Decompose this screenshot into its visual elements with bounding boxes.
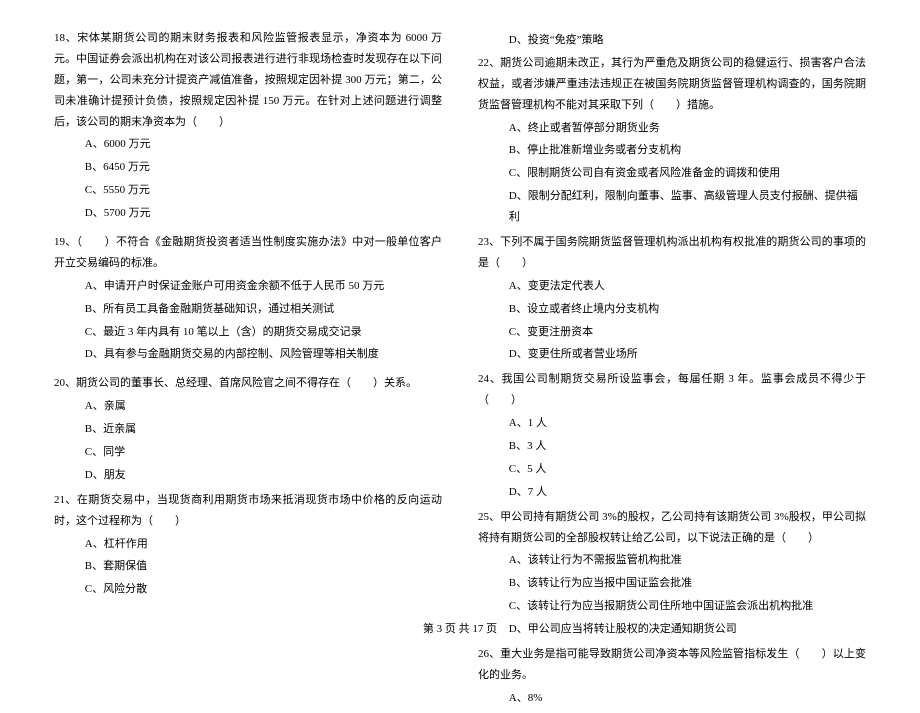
q24-stem: 24、我国公司制期货交易所设监事会，每届任期 3 年。监事会成员不得少于（ ） <box>478 369 866 411</box>
right-column: D、投资“免疫”策略 22、期货公司逾期未改正，其行为严重危及期货公司的稳健运行… <box>470 28 874 713</box>
q23-opt-b: B、设立或者终止境内分支机构 <box>509 299 866 320</box>
question-18: 18、宋体某期货公司的期末财务报表和风险监管报表显示，净资本为 6000 万元。… <box>54 28 442 224</box>
q20-stem: 20、期货公司的董事长、总经理、首席风险官之间不得存在（ ）关系。 <box>54 373 442 394</box>
q21-options: A、杠杆作用 B、套期保值 C、风险分散 <box>54 534 442 601</box>
question-21: 21、在期货交易中，当现货商利用期货市场来抵消现货市场中价格的反向运动时，这个过… <box>54 490 442 600</box>
q20-opt-b: B、近亲属 <box>85 419 442 440</box>
q24-opt-d: D、7 人 <box>509 482 866 503</box>
q19-stem: 19、（ ）不符合《金融期货投资者适当性制度实施办法》中对一般单位客户开立交易编… <box>54 232 442 274</box>
q24-opt-b: B、3 人 <box>509 436 866 457</box>
q26-options: A、8% <box>478 688 866 709</box>
q21-stem: 21、在期货交易中，当现货商利用期货市场来抵消现货市场中价格的反向运动时，这个过… <box>54 490 442 532</box>
q26-stem: 26、重大业务是指可能导致期货公司净资本等风险监管指标发生（ ）以上变化的业务。 <box>478 644 866 686</box>
q18-stem: 18、宋体某期货公司的期末财务报表和风险监管报表显示，净资本为 6000 万元。… <box>54 28 442 132</box>
q22-opt-d: D、限制分配红利，限制向董事、监事、高级管理人员支付报酬、提供福利 <box>509 186 866 228</box>
q22-options: A、终止或者暂停部分期货业务 B、停止批准新增业务或者分支机构 C、限制期货公司… <box>478 118 866 228</box>
q20-opt-a: A、亲属 <box>85 396 442 417</box>
q23-opt-d: D、变更住所或者营业场所 <box>509 344 866 365</box>
q25-stem: 25、甲公司持有期货公司 3%的股权，乙公司持有该期货公司 3%股权，甲公司拟将… <box>478 507 866 549</box>
q20-options: A、亲属 B、近亲属 C、同学 D、朋友 <box>54 396 442 486</box>
q25-opt-b: B、该转让行为应当报中国证监会批准 <box>509 573 866 594</box>
page-footer: 第 3 页 共 17 页 <box>0 619 920 640</box>
q22-opt-a: A、终止或者暂停部分期货业务 <box>509 118 866 139</box>
q19-opt-d: D、具有参与金融期货交易的内部控制、风险管理等相关制度 <box>85 344 442 365</box>
q18-opt-c: C、5550 万元 <box>85 180 442 201</box>
q23-stem: 23、下列不属于国务院期货监督管理机构派出机构有权批准的期货公司的事项的是（ ） <box>478 232 866 274</box>
question-23: 23、下列不属于国务院期货监督管理机构派出机构有权批准的期货公司的事项的是（ ）… <box>478 232 866 365</box>
q25-opt-c: C、该转让行为应当报期货公司住所地中国证监会派出机构批准 <box>509 596 866 617</box>
q18-opt-a: A、6000 万元 <box>85 134 442 155</box>
q24-opt-a: A、1 人 <box>509 413 866 434</box>
page-content: 18、宋体某期货公司的期末财务报表和风险监管报表显示，净资本为 6000 万元。… <box>0 0 920 713</box>
q25-opt-a: A、该转让行为不需报监管机构批准 <box>509 550 866 571</box>
question-24: 24、我国公司制期货交易所设监事会，每届任期 3 年。监事会成员不得少于（ ） … <box>478 369 866 502</box>
q22-stem: 22、期货公司逾期未改正，其行为严重危及期货公司的稳健运行、损害客户合法权益，或… <box>478 53 866 116</box>
q18-opt-b: B、6450 万元 <box>85 157 442 178</box>
q22-opt-b: B、停止批准新增业务或者分支机构 <box>509 140 866 161</box>
q18-options: A、6000 万元 B、6450 万元 C、5550 万元 D、5700 万元 <box>54 134 442 224</box>
question-19: 19、（ ）不符合《金融期货投资者适当性制度实施办法》中对一般单位客户开立交易编… <box>54 232 442 365</box>
q19-opt-a: A、申请开户时保证金账户可用资金余额不低于人民币 50 万元 <box>85 276 442 297</box>
q23-opt-a: A、变更法定代表人 <box>509 276 866 297</box>
q20-opt-c: C、同学 <box>85 442 442 463</box>
q21-opt-b: B、套期保值 <box>85 556 442 577</box>
q23-opt-c: C、变更注册资本 <box>509 322 866 343</box>
q21-opt-d: D、投资“免疫”策略 <box>509 30 866 51</box>
q21-options-cont: D、投资“免疫”策略 <box>478 30 866 51</box>
q24-options: A、1 人 B、3 人 C、5 人 D、7 人 <box>478 413 866 503</box>
q21-opt-a: A、杠杆作用 <box>85 534 442 555</box>
q23-options: A、变更法定代表人 B、设立或者终止境内分支机构 C、变更注册资本 D、变更住所… <box>478 276 866 366</box>
q26-opt-a: A、8% <box>509 688 866 709</box>
q18-opt-d: D、5700 万元 <box>85 203 442 224</box>
q24-opt-c: C、5 人 <box>509 459 866 480</box>
q21-opt-c: C、风险分散 <box>85 579 442 600</box>
question-20: 20、期货公司的董事长、总经理、首席风险官之间不得存在（ ）关系。 A、亲属 B… <box>54 373 442 485</box>
q20-opt-d: D、朋友 <box>85 465 442 486</box>
q19-options: A、申请开户时保证金账户可用资金余额不低于人民币 50 万元 B、所有员工具备金… <box>54 276 442 366</box>
q19-opt-b: B、所有员工具备金融期货基础知识，通过相关测试 <box>85 299 442 320</box>
left-column: 18、宋体某期货公司的期末财务报表和风险监管报表显示，净资本为 6000 万元。… <box>46 28 450 713</box>
question-22: 22、期货公司逾期未改正，其行为严重危及期货公司的稳健运行、损害客户合法权益，或… <box>478 53 866 228</box>
q22-opt-c: C、限制期货公司自有资金或者风险准备金的调拨和使用 <box>509 163 866 184</box>
question-26: 26、重大业务是指可能导致期货公司净资本等风险监管指标发生（ ）以上变化的业务。… <box>478 644 866 709</box>
q19-opt-c: C、最近 3 年内具有 10 笔以上（含）的期货交易成交记录 <box>85 322 442 343</box>
